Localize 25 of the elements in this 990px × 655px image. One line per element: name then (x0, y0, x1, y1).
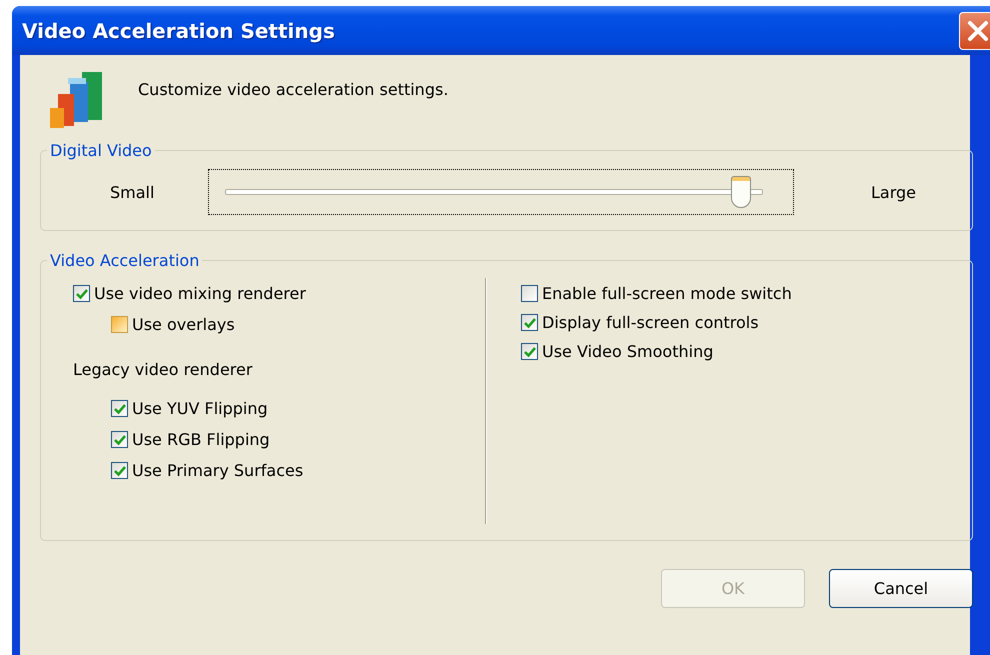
slider-min-label: Small (109, 182, 156, 202)
checkmark-icon (522, 316, 536, 330)
checkbox[interactable]: Enable full-screen mode switch (521, 284, 792, 303)
window-title: Video Acceleration Settings (22, 18, 335, 42)
checkbox[interactable]: Use RGB Flipping (111, 430, 270, 449)
group-title: Video Acceleration (49, 251, 200, 270)
checkmark-icon (112, 402, 126, 416)
checkmark-icon (112, 432, 126, 446)
checkbox[interactable]: Use video mixing renderer (73, 284, 306, 303)
size-slider[interactable] (208, 169, 794, 215)
section-label: Legacy video renderer (73, 360, 252, 379)
slider-thumb[interactable] (730, 176, 751, 208)
description-text: Customize video acceleration settings. (138, 80, 448, 98)
checkmark-icon (112, 464, 126, 478)
checkbox[interactable]: Use YUV Flipping (111, 399, 268, 418)
checkbox[interactable]: Display full-screen controls (521, 313, 759, 332)
checkmark-icon (74, 286, 88, 300)
checkbox[interactable]: Use overlays (111, 315, 235, 334)
checkbox[interactable]: Use Primary Surfaces (111, 461, 304, 480)
close-button[interactable] (959, 12, 990, 50)
group-title: Digital Video (49, 141, 153, 160)
checkmark-icon (522, 344, 536, 358)
cancel-button[interactable]: Cancel (829, 569, 973, 608)
slider-max-label: Large (871, 182, 916, 202)
checkbox[interactable]: Use Video Smoothing (521, 342, 714, 361)
